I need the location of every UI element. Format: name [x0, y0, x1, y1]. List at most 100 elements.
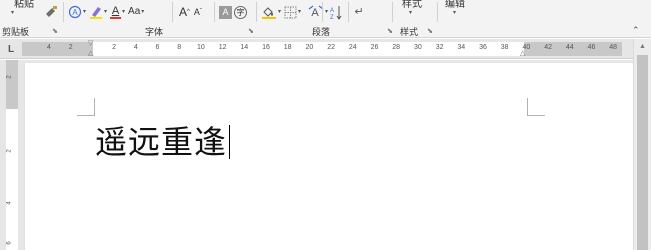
editing-dropdown[interactable]: ▾ [452, 3, 456, 21]
crop-mark-top-left [77, 98, 95, 116]
ruler-tick-label: 16 [262, 44, 270, 51]
ruler-tick-label: 36 [479, 44, 487, 51]
document-text: 遥远重逢 [95, 123, 228, 161]
chevron-down-icon: ▾ [83, 9, 87, 15]
vertical-ruler[interactable]: 2 2 4 6 [0, 60, 24, 250]
vertical-ruler-margin [6, 60, 18, 109]
paragraph-mark-icon: ↵ [354, 6, 364, 18]
format-painter-button[interactable] [44, 3, 58, 21]
chevron-down-icon: ▾ [298, 9, 302, 15]
ruler-tick-label: 8 [177, 44, 182, 51]
svg-text:A: A [311, 7, 319, 19]
ruler-tick-label: 6 [155, 44, 160, 51]
styles-group-label: 样式 [400, 27, 419, 37]
font-color-glyph: A [111, 5, 120, 17]
dialog-launcher-icon[interactable]: ⬊ [248, 27, 254, 35]
char-shading-glyph: A [222, 6, 229, 17]
right-indent-marker[interactable]: △ [520, 49, 525, 57]
grow-font-button[interactable]: A ^ [178, 3, 191, 21]
ruler-tick-label: 30 [413, 44, 422, 51]
change-case-button[interactable]: Aa ▾ [127, 3, 145, 21]
collapse-ribbon-icon[interactable]: ⌃ [632, 25, 640, 36]
borders-icon [284, 6, 297, 18]
highlight-icon [90, 7, 103, 19]
paste-button-label[interactable]: 粘贴 [14, 0, 34, 10]
scroll-thumb[interactable] [637, 55, 648, 250]
chevron-down-icon: ▾ [11, 9, 15, 16]
shading-button[interactable]: ▾ [260, 3, 282, 21]
chevron-down-icon: ▾ [453, 9, 457, 16]
caret-down-icon: ˇ [199, 9, 202, 15]
vertical-scrollbar[interactable]: ▲ [633, 39, 651, 250]
svg-text:A: A [72, 8, 78, 17]
paste-dropdown[interactable]: ▾ [10, 3, 14, 21]
ribbon-group-labels: 剪贴板 ⬊ 字体 ⬊ 段落 ⬊ 样式 ⬊ ⌃ [0, 24, 651, 38]
text-cursor [229, 125, 231, 159]
grow-font-glyph: A [179, 5, 188, 19]
ruler-tick-label: 28 [392, 44, 401, 51]
chevron-down-icon: ▾ [409, 9, 413, 16]
document-canvas: 遥远重逢 [24, 60, 633, 250]
ruler-tick-label: 46 [587, 44, 596, 51]
shrink-font-button[interactable]: Aˇ [192, 3, 204, 21]
separator [172, 2, 173, 22]
text-effects-button[interactable]: A ▾ [67, 3, 87, 21]
hanging-indent-marker[interactable]: △ [88, 49, 93, 57]
ruler-tick-label: 48 [609, 44, 618, 51]
caret-up-icon: ^ [187, 9, 190, 15]
separator [392, 2, 393, 22]
document-page[interactable]: 遥远重逢 [24, 63, 633, 250]
tab-selector[interactable]: L [0, 39, 22, 59]
ruler-tick-label: 22 [327, 44, 335, 51]
vertical-ruler-text-area [6, 109, 18, 250]
horizontal-ruler[interactable]: L 4 2 2 4 6 8 10 12 14 16 18 20 22 24 26 28 30 32 34 36 38 40… [0, 39, 651, 59]
svg-text:A: A [330, 8, 334, 14]
font-color-button[interactable]: A ▾ [109, 3, 126, 21]
ruler-tick-label: 18 [283, 44, 292, 51]
ruler-tick-label: 4 [47, 44, 51, 51]
show-marks-button[interactable]: ↵ [353, 3, 365, 21]
highlight-button[interactable]: ▾ [88, 3, 108, 21]
ruler-tick-label: 20 [305, 44, 314, 51]
borders-button[interactable]: ▾ [283, 3, 302, 21]
dialog-launcher-icon[interactable]: ⬊ [52, 27, 58, 35]
separator [63, 2, 64, 22]
ribbon: 粘贴 ▾ A ▾ ▾ A ▾ Aa ▾ A ^ Aˇ A 字 ▾ ▾ A ▾ A… [0, 0, 651, 24]
ruler-tick-label: 4 [133, 44, 138, 51]
ruler-tick-label: 12 [218, 44, 227, 51]
styles-dropdown[interactable]: ▾ [408, 3, 412, 21]
vertical-ruler-tick-label: 6 [6, 241, 13, 245]
vertical-ruler-tick-label: 2 [6, 75, 13, 79]
crop-mark-top-right [527, 98, 545, 116]
scroll-up-button[interactable]: ▲ [634, 39, 651, 53]
sort-button[interactable]: AZ [328, 3, 344, 21]
text-effects-icon: A [68, 5, 82, 19]
separator [348, 2, 349, 22]
chevron-down-icon: ▾ [122, 9, 126, 15]
font-color-swatch [110, 17, 122, 19]
paint-bucket-icon [262, 7, 276, 19]
char-shading-button[interactable]: A [219, 5, 232, 19]
change-case-label: Aa [128, 6, 141, 17]
ruler-tick-label: 34 [457, 44, 466, 51]
chevron-down-icon: ▾ [141, 9, 145, 15]
dialog-launcher-icon[interactable]: ⬊ [387, 27, 393, 35]
sort-icon: AZ [330, 5, 342, 20]
svg-text:Z: Z [330, 15, 334, 20]
ruler-tick-label: 2 [68, 44, 73, 51]
first-line-indent-marker[interactable]: ▽ [88, 39, 93, 47]
enclose-char-button[interactable]: 字 [233, 3, 248, 21]
chevron-down-icon: ▾ [104, 9, 108, 15]
separator [256, 2, 257, 22]
dialog-launcher-icon[interactable]: ⬊ [427, 27, 433, 35]
ruler-tick-label: 26 [370, 44, 379, 51]
document-body-text[interactable]: 遥远重逢 [95, 117, 231, 163]
ruler-tick-label: 10 [196, 44, 205, 51]
ruler-tick-label: 2 [112, 44, 117, 51]
vertical-ruler-tick-label: 2 [6, 149, 13, 153]
tab-stop-left-icon: L [7, 43, 15, 55]
chinese-layout-button[interactable]: A ▾ [307, 3, 329, 21]
separator [214, 2, 215, 22]
ruler-tick-label: 14 [240, 44, 249, 51]
ruler-tick-label: 42 [544, 44, 552, 51]
